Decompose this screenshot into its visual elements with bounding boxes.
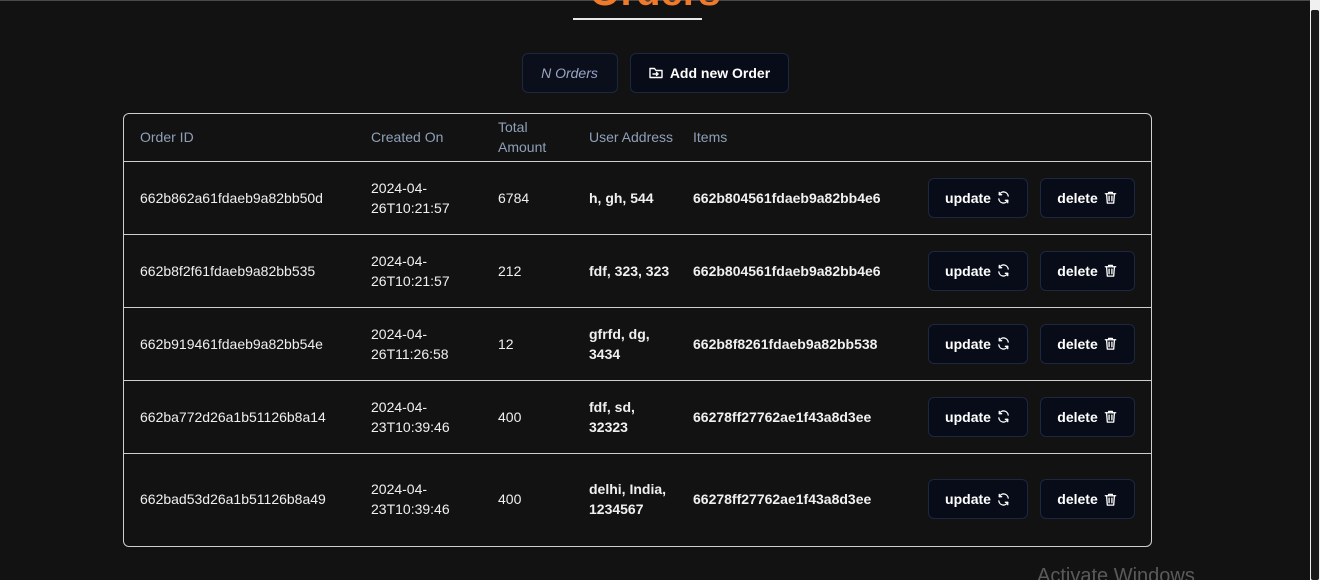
update-button[interactable]: update: [928, 250, 1028, 291]
cell-actions: update delete: [912, 380, 1151, 454]
update-button[interactable]: update: [928, 323, 1028, 364]
table-row: 662b919461fdaeb9a82bb54e 2024-04-26T11:2…: [124, 307, 1151, 381]
delete-button[interactable]: delete: [1040, 479, 1135, 520]
cell-order-id: 662b8f2f61fdaeb9a82bb535: [124, 234, 355, 308]
header-total-amount: Total Amount: [482, 114, 573, 162]
cell-created-on: 2024-04-26T10:21:57: [355, 234, 482, 308]
refresh-icon: [996, 492, 1011, 507]
refresh-icon: [996, 263, 1011, 278]
orders-count-badge: N Orders: [521, 53, 618, 93]
orders-table: Order ID Created On Total Amount User Ad…: [123, 113, 1152, 547]
cell-created-on: 2024-04-23T10:39:46: [371, 481, 450, 518]
update-button[interactable]: update: [928, 177, 1028, 218]
add-new-order-button[interactable]: Add new Order: [629, 53, 789, 93]
cell-actions: update delete: [912, 307, 1151, 381]
cell-order-id: 662ba772d26a1b51126b8a14: [124, 380, 355, 454]
update-label: update: [945, 335, 991, 352]
refresh-icon: [996, 190, 1011, 205]
delete-label: delete: [1057, 335, 1098, 352]
delete-button[interactable]: delete: [1040, 250, 1135, 291]
header-items: Items: [677, 114, 912, 162]
trash-icon: [1103, 492, 1118, 507]
update-label: update: [945, 262, 991, 279]
delete-button[interactable]: delete: [1040, 323, 1135, 364]
update-label: update: [945, 491, 991, 508]
refresh-icon: [996, 336, 1011, 351]
cell-created-on: 2024-04-23T10:39:46: [355, 380, 482, 454]
delete-label: delete: [1057, 189, 1098, 206]
cell-total-amount: 12: [482, 307, 573, 381]
cell-user-address: delhi, India, 1234567: [589, 481, 667, 518]
cell-items: 66278ff27762ae1f43a8d3ee: [677, 380, 912, 454]
header-actions: [912, 114, 1151, 162]
title-underline: [573, 18, 702, 20]
cell-order-id: 662b862a61fdaeb9a82bb50d: [124, 161, 355, 235]
cell-created-on: 2024-04-26T10:21:57: [355, 161, 482, 235]
cell-user-address: fdf, sd, 32323: [573, 380, 677, 454]
cell-total-amount: 212: [482, 234, 573, 308]
cell-actions: update delete: [912, 161, 1151, 235]
cell-total-amount: 6784: [482, 161, 573, 235]
trash-icon: [1103, 409, 1118, 424]
table-row: 662b862a61fdaeb9a82bb50d 2024-04-26T10:2…: [124, 161, 1151, 235]
update-label: update: [945, 408, 991, 425]
delete-label: delete: [1057, 262, 1098, 279]
cell-created-on: 2024-04-26T11:26:58: [355, 307, 482, 381]
trash-icon: [1103, 263, 1118, 278]
table-row: 662bad53d26a1b51126b8a49 2024-04-23T10:3…: [124, 453, 1151, 545]
cell-actions: update delete: [912, 453, 1151, 545]
trash-icon: [1103, 190, 1118, 205]
header-user-address: User Address: [573, 114, 677, 162]
toolbar: N Orders Add new Order: [0, 53, 1310, 93]
cell-items: 662b804561fdaeb9a82bb4e6: [677, 234, 912, 308]
table-header-row: Order ID Created On Total Amount User Ad…: [124, 114, 1151, 162]
trash-icon: [1103, 336, 1118, 351]
add-new-order-label: Add new Order: [669, 65, 771, 81]
cell-order-id: 662b919461fdaeb9a82bb54e: [124, 307, 355, 381]
activate-windows-watermark: Activate Windows: [1037, 565, 1195, 580]
header-order-id: Order ID: [124, 114, 355, 162]
cell-user-address: gfrfd, dg, 3434: [573, 307, 677, 381]
cell-items: 662b8f8261fdaeb9a82bb538: [677, 307, 912, 381]
cell-total-amount: 400: [498, 491, 522, 508]
update-button[interactable]: update: [928, 396, 1028, 437]
orders-page: Orders N Orders Add new Order: [0, 0, 1320, 580]
cell-actions: update delete: [912, 234, 1151, 308]
header-created-on: Created On: [355, 114, 482, 162]
scrollbar-thumb[interactable]: [1311, 10, 1319, 580]
cell-user-address: h, gh, 544: [573, 161, 677, 235]
delete-button[interactable]: delete: [1040, 396, 1135, 437]
delete-label: delete: [1057, 408, 1098, 425]
file-import-icon: [648, 65, 664, 81]
refresh-icon: [996, 409, 1011, 424]
table-row: 662ba772d26a1b51126b8a14 2024-04-23T10:3…: [124, 380, 1151, 454]
delete-button[interactable]: delete: [1040, 177, 1135, 218]
cell-order-id: 662bad53d26a1b51126b8a49: [140, 491, 326, 508]
cell-items: 66278ff27762ae1f43a8d3ee: [693, 491, 872, 508]
cell-user-address: fdf, 323, 323: [573, 234, 677, 308]
cell-total-amount: 400: [482, 380, 573, 454]
page-title: Orders: [0, 0, 1310, 16]
scrollbar-track[interactable]: [1310, 0, 1320, 580]
update-button[interactable]: update: [928, 479, 1028, 520]
delete-label: delete: [1057, 491, 1098, 508]
cell-items: 662b804561fdaeb9a82bb4e6: [677, 161, 912, 235]
update-label: update: [945, 189, 991, 206]
table-row: 662b8f2f61fdaeb9a82bb535 2024-04-26T10:2…: [124, 234, 1151, 308]
